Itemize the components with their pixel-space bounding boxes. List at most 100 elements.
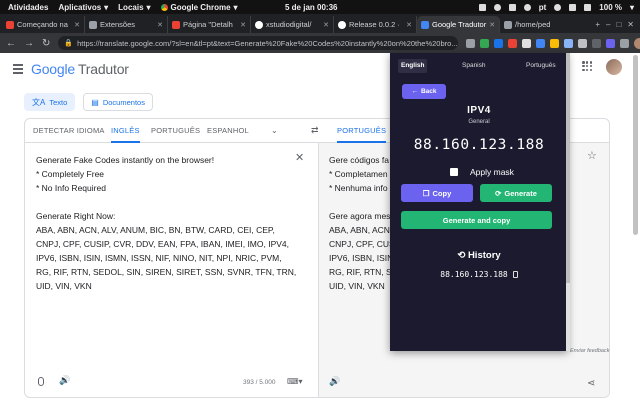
popup-scrollbar[interactable]	[566, 53, 570, 351]
browser-tab[interactable]: Release 0.0.2 · ✕	[334, 16, 417, 33]
logo-google: Google	[31, 61, 75, 77]
browser-tab[interactable]: Página "Detalh ✕	[168, 16, 251, 33]
browser-tab[interactable]: /home/ped	[500, 16, 560, 33]
forward-arrow-icon[interactable]: →	[24, 38, 34, 49]
extension-icon[interactable]	[480, 38, 490, 48]
generate-button[interactable]: ⟳ Generate	[480, 184, 552, 202]
popup-scrollbar-thumb[interactable]	[566, 53, 570, 283]
apply-mask-checkbox[interactable]	[450, 168, 458, 176]
clock[interactable]: 5 de jan 00:36	[285, 3, 337, 12]
documents-mode-button[interactable]: ▤ Documentos	[83, 93, 153, 111]
close-icon[interactable]: ✕	[74, 21, 80, 29]
swap-languages-icon[interactable]: ⇄	[311, 125, 319, 136]
tab-title: Release 0.0.2 ·	[349, 20, 400, 29]
minimize-icon[interactable]: –	[606, 20, 610, 29]
address-bar[interactable]: 🔒 https://translate.google.com/?sl=en&tl…	[58, 36, 459, 50]
tab-title: Começando na	[17, 20, 68, 29]
extension-icon[interactable]	[592, 38, 602, 48]
close-icon[interactable]: ✕	[489, 21, 495, 29]
battery-icon[interactable]	[584, 3, 592, 11]
extension-icon[interactable]	[494, 38, 504, 48]
close-icon[interactable]: ✕	[406, 21, 412, 29]
volume-icon[interactable]	[569, 3, 577, 11]
fake-code-generator-popup: English Spanish Português ← Back IPV4 Gen…	[390, 53, 568, 351]
extension-icon[interactable]	[536, 38, 546, 48]
chevron-down-icon[interactable]: ▾	[630, 3, 634, 12]
hamburger-menu-icon[interactable]	[13, 64, 23, 76]
wifi-icon[interactable]	[554, 3, 562, 11]
puzzle-icon[interactable]	[620, 38, 630, 48]
apply-mask-toggle[interactable]: Apply mask	[450, 167, 514, 177]
bookmark-star-icon[interactable]	[466, 38, 476, 48]
speaker-icon[interactable]: 🔊	[329, 376, 340, 387]
star-icon[interactable]: ☆	[587, 149, 597, 162]
activities-menu[interactable]: Atividades	[8, 3, 48, 12]
tab-strip: Começando na ✕ Extensões ✕ Página "Detalh ✕…	[0, 14, 640, 33]
tab-title: xstudiodigital/	[266, 20, 312, 29]
account-avatar[interactable]	[606, 59, 622, 75]
close-icon[interactable]: ✕	[323, 21, 329, 29]
keyboard-language[interactable]: pt	[539, 3, 547, 12]
github-icon	[255, 20, 263, 29]
source-lang-english[interactable]: INGLÊS	[111, 119, 140, 143]
close-icon[interactable]: ✕	[157, 21, 163, 29]
browser-tab[interactable]: Começando na ✕	[2, 16, 85, 33]
google-apps-icon[interactable]	[582, 61, 593, 72]
shield-icon[interactable]	[508, 3, 516, 11]
close-window-icon[interactable]: ✕	[627, 20, 634, 29]
target-lang-portuguese[interactable]: PORTUGUÊS	[337, 119, 387, 143]
generated-code-value[interactable]: 88.160.123.188	[390, 137, 568, 153]
lock-icon[interactable]: 🔒	[64, 39, 73, 47]
places-label: Locais	[118, 2, 144, 12]
extension-icon[interactable]	[578, 38, 588, 48]
share-icon[interactable]: ⋖	[587, 378, 595, 389]
source-lang-spanish[interactable]: ESPANHOL	[207, 119, 249, 143]
speaker-icon[interactable]: 🔊	[59, 375, 70, 386]
profile-avatar[interactable]	[634, 37, 640, 49]
keyboard-icon[interactable]: ⌨▾	[287, 377, 303, 386]
browser-tab[interactable]: xstudiodigital/ ✕	[251, 16, 334, 33]
extension-icon[interactable]	[550, 38, 560, 48]
microphone-icon[interactable]	[38, 377, 44, 386]
back-button[interactable]: ← Back	[402, 84, 446, 99]
active-app-menu[interactable]: Google Chrome ▾	[160, 3, 238, 12]
source-lang-portuguese[interactable]: PORTUGUÊS	[151, 119, 200, 143]
lang-spanish-option[interactable]: Spanish	[459, 59, 489, 73]
os-top-bar: Atividades Aplicativos ▾ Locais ▾ Google C…	[0, 0, 640, 14]
copy-button[interactable]: ❐ Copy	[401, 184, 473, 202]
battery-level: 100 %	[599, 2, 622, 12]
clear-text-icon[interactable]: ✕	[295, 151, 304, 164]
source-textarea[interactable]: Generate Fake Codes instantly on the bro…	[36, 153, 298, 293]
source-lang-detect[interactable]: DETECTAR IDIOMA	[33, 119, 105, 143]
generate-and-copy-button[interactable]: Generate and copy	[401, 211, 552, 229]
url-text: https://translate.google.com/?sl=en&tl=p…	[77, 38, 458, 48]
maximize-icon[interactable]: □	[616, 20, 621, 29]
dropbox-icon[interactable]	[493, 3, 501, 11]
page-scrollbar[interactable]	[633, 55, 638, 345]
telegram-icon[interactable]	[478, 3, 486, 11]
lang-portuguese-option[interactable]: Português	[523, 59, 559, 73]
text-mode-button[interactable]: 文A Texto	[24, 93, 76, 111]
close-icon[interactable]: ✕	[240, 21, 246, 29]
extension-icon[interactable]	[522, 38, 532, 48]
history-heading: ⟲ History	[390, 250, 568, 261]
browser-tab[interactable]: Extensões ✕	[85, 16, 168, 33]
send-feedback-link[interactable]: Enviar feedback	[570, 348, 609, 354]
fake-code-generator-icon[interactable]	[606, 38, 616, 48]
new-tab-icon[interactable]: +	[595, 20, 600, 29]
reload-icon[interactable]: ↻	[42, 38, 50, 49]
logo-product: Tradutor	[77, 61, 129, 77]
chevron-down-icon[interactable]: ⌄	[271, 126, 278, 135]
back-arrow-icon[interactable]: ←	[6, 38, 16, 49]
extension-icon[interactable]	[508, 38, 518, 48]
applications-menu[interactable]: Aplicativos ▾	[58, 3, 108, 12]
places-menu[interactable]: Locais ▾	[118, 3, 150, 12]
browser-tab-active[interactable]: Google Tradutor ✕	[417, 16, 500, 33]
lang-english-option[interactable]: English	[398, 59, 428, 73]
page-scrollbar-thumb[interactable]	[633, 55, 638, 235]
google-translate-logo[interactable]: Google Tradutor	[31, 61, 129, 77]
sync-icon[interactable]	[523, 3, 531, 11]
copy-label: Copy	[432, 188, 452, 198]
extension-icon[interactable]	[564, 38, 574, 48]
copy-icon[interactable]	[512, 271, 518, 278]
